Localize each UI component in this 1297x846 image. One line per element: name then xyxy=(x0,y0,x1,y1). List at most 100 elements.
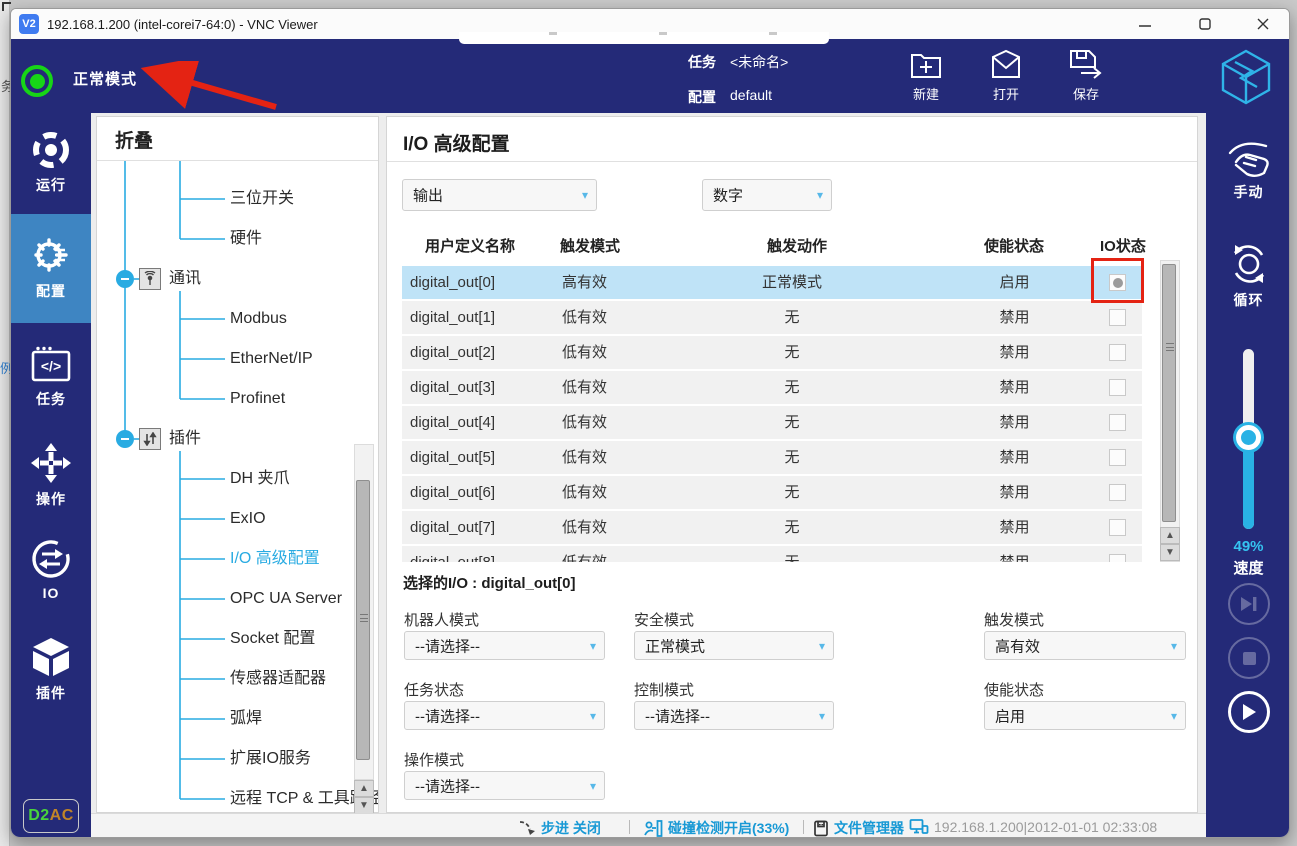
io-advanced-config-panel: I/O 高级配置 输出 ▾ 数字 ▾ 用户定义名称 触发模式 触发动作 使能状态… xyxy=(386,116,1198,813)
stop-button[interactable] xyxy=(1228,637,1270,679)
tree-item-ethernet-ip[interactable]: EtherNet/IP xyxy=(230,347,313,371)
tree-item-modbus[interactable]: Modbus xyxy=(230,307,287,331)
table-row[interactable]: digital_out[6] 低有效 无 禁用 xyxy=(402,476,1142,509)
tree-item-arc-welding[interactable]: 弧焊 xyxy=(230,707,262,731)
background-toolbar-remnant xyxy=(459,32,829,44)
io-table: digital_out[0] 高有效 正常模式 启用 digital_out[1… xyxy=(402,266,1157,562)
chevron-down-icon: ▾ xyxy=(1171,639,1177,653)
io-state-checkbox[interactable] xyxy=(1109,519,1126,536)
io-state-checkbox[interactable] xyxy=(1109,379,1126,396)
trigger-mode-select[interactable]: 高有效▾ xyxy=(984,631,1186,660)
speed-percent: 49% xyxy=(1206,538,1290,555)
robot-mode-select[interactable]: --请选择--▾ xyxy=(404,631,605,660)
tree-item-io-advanced-config[interactable]: I/O 高级配置 xyxy=(230,547,320,571)
io-state-checkbox[interactable] xyxy=(1109,309,1126,326)
table-scrollbar-thumb[interactable] xyxy=(1162,264,1176,522)
tree-item-dh-gripper[interactable]: DH 夹爪 xyxy=(230,467,290,491)
table-row[interactable]: digital_out[0] 高有效 正常模式 启用 xyxy=(402,266,1142,299)
left-nav-sidebar: 运行 配置 </> 任务 xyxy=(11,113,91,838)
config-value: default xyxy=(730,87,772,107)
config-label: 配置 xyxy=(688,87,716,107)
table-row[interactable]: digital_out[7] 低有效 无 禁用 xyxy=(402,511,1142,544)
sidebar-item-run[interactable]: 运行 xyxy=(11,129,91,195)
tree-item-exio[interactable]: ExIO xyxy=(230,507,266,531)
sidebar-item-plugins[interactable]: 插件 xyxy=(11,635,91,703)
tree-item-hardware[interactable]: 硬件 xyxy=(230,227,262,251)
maximize-button[interactable] xyxy=(1183,9,1227,39)
step-forward-button[interactable] xyxy=(1228,583,1270,625)
vnc-viewer-window: V2 192.168.1.200 (intel-corei7-64:0) - V… xyxy=(10,8,1290,838)
control-mode-select[interactable]: --请选择--▾ xyxy=(634,701,834,730)
collapse-toggle-plugins[interactable] xyxy=(116,430,134,448)
tree-scrollbar-thumb[interactable] xyxy=(356,480,370,760)
new-task-button[interactable]: 新建 xyxy=(891,49,961,103)
tree-item-three-position-switch[interactable]: 三位开关 xyxy=(230,187,294,211)
step-arrow-icon xyxy=(519,820,536,836)
gear-icon xyxy=(29,233,73,277)
table-row[interactable]: digital_out[2] 低有效 无 禁用 xyxy=(402,336,1142,369)
chevron-down-icon: ▾ xyxy=(1171,709,1177,723)
tree-item-plugins[interactable]: 插件 xyxy=(169,427,201,451)
table-row[interactable]: digital_out[1] 低有效 无 禁用 xyxy=(402,301,1142,334)
tree-item-extended-io-service[interactable]: 扩展IO服务 xyxy=(230,747,311,771)
tree-item-safety-tool[interactable]: 安全工具 xyxy=(230,161,294,164)
close-button[interactable] xyxy=(1241,9,1285,39)
safety-mode-select[interactable]: 正常模式▾ xyxy=(634,631,834,660)
tree-item-socket-config[interactable]: Socket 配置 xyxy=(230,627,315,651)
task-state-select[interactable]: --请选择--▾ xyxy=(404,701,605,730)
tree-item-opc-ua-server[interactable]: OPC UA Server xyxy=(230,587,342,611)
table-row[interactable]: digital_out[8] 低有效 无 禁用 xyxy=(402,546,1142,562)
speed-slider-fill xyxy=(1243,437,1254,529)
save-task-button[interactable]: 保存 xyxy=(1051,49,1121,103)
tree-header: 折叠 xyxy=(97,117,378,161)
file-manager-link[interactable]: 文件管理器 xyxy=(813,818,904,838)
collision-detection-status[interactable]: 碰撞检测开启(33%) xyxy=(643,818,789,838)
cycle-mode-button[interactable]: 循环 xyxy=(1206,241,1290,310)
io-state-checkbox[interactable] xyxy=(1109,414,1126,431)
table-row[interactable]: digital_out[5] 低有效 无 禁用 xyxy=(402,441,1142,474)
chevron-down-icon: ▾ xyxy=(819,709,825,723)
io-exchange-icon xyxy=(29,537,73,581)
tree-body: 安全工具 三位开关 硬件 通讯 Modbus EtherNet/IP Profi… xyxy=(97,161,378,813)
table-scroll-down-button[interactable]: ▼ xyxy=(1160,544,1180,561)
tree-scroll-up-button[interactable]: ▲ xyxy=(354,780,374,797)
tree-item-sensor-adapter[interactable]: 传感器适配器 xyxy=(230,667,326,691)
enable-state-select[interactable]: 启用▾ xyxy=(984,701,1186,730)
sidebar-item-config[interactable]: 配置 xyxy=(11,233,91,301)
manual-mode-button[interactable]: 手动 xyxy=(1206,137,1290,202)
sidebar-item-task[interactable]: </> 任务 xyxy=(11,345,91,409)
tree-scroll-down-button[interactable]: ▼ xyxy=(354,797,374,813)
col-header-io-state: IO状态 xyxy=(1100,235,1146,256)
speed-slider-thumb[interactable] xyxy=(1236,425,1261,450)
config-tree-panel: 折叠 安全工具 三位开关 硬件 xyxy=(96,116,379,813)
operation-mode-select[interactable]: --请选择--▾ xyxy=(404,771,605,800)
background-window-sliver: 务 例 xyxy=(0,0,10,846)
play-button[interactable] xyxy=(1228,691,1270,733)
io-type-select[interactable]: 数字 ▾ xyxy=(702,179,832,211)
open-file-icon xyxy=(990,49,1022,79)
io-state-checkbox[interactable] xyxy=(1109,484,1126,501)
chevron-down-icon: ▾ xyxy=(819,639,825,653)
table-scroll-up-button[interactable]: ▲ xyxy=(1160,527,1180,544)
sidebar-item-jog[interactable]: 操作 xyxy=(11,441,91,509)
sidebar-item-io[interactable]: IO xyxy=(11,537,91,601)
collapse-toggle-communication[interactable] xyxy=(116,270,134,288)
table-row[interactable]: digital_out[4] 低有效 无 禁用 xyxy=(402,406,1142,439)
col-header-trigger-mode: 触发模式 xyxy=(560,235,620,256)
io-state-checkbox[interactable] xyxy=(1109,449,1126,466)
tree-item-profinet[interactable]: Profinet xyxy=(230,387,285,411)
step-status[interactable]: 步进 关闭 xyxy=(519,818,601,838)
open-task-button[interactable]: 打开 xyxy=(971,49,1041,103)
minimize-button[interactable] xyxy=(1123,9,1167,39)
io-state-checkbox[interactable] xyxy=(1109,344,1126,361)
collapse-all-label[interactable]: 折叠 xyxy=(115,126,153,153)
table-row[interactable]: digital_out[3] 低有效 无 禁用 xyxy=(402,371,1142,404)
io-direction-select[interactable]: 输出 ▾ xyxy=(402,179,597,211)
tree-item-communication[interactable]: 通讯 xyxy=(169,267,201,291)
file-manager-icon xyxy=(813,820,829,837)
brand-d2ac-badge[interactable]: D2AC xyxy=(23,799,79,833)
status-bar: 步进 关闭 碰撞检测开启(33%) 文件管理器 xyxy=(91,813,1206,838)
io-state-checkbox[interactable] xyxy=(1109,554,1126,562)
network-monitor-icon xyxy=(909,818,929,835)
svg-text:</>: </> xyxy=(41,358,61,374)
